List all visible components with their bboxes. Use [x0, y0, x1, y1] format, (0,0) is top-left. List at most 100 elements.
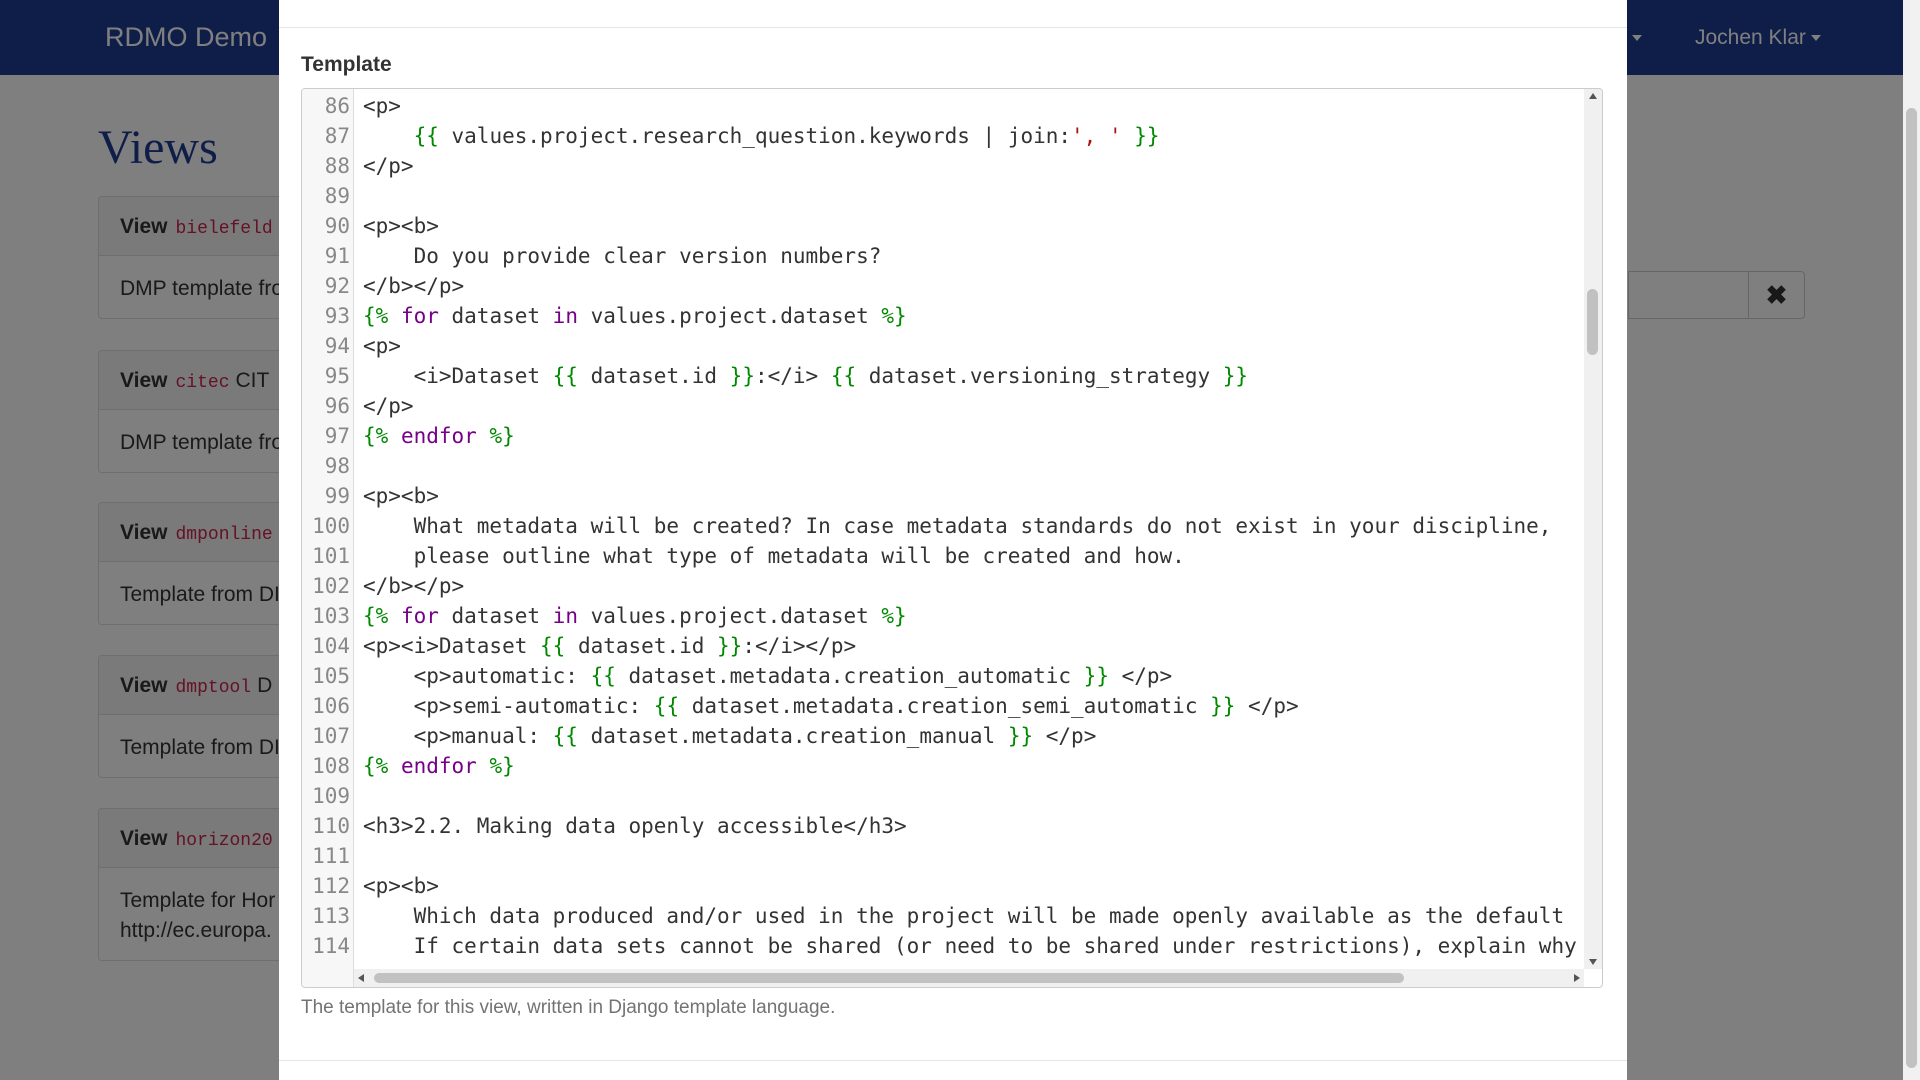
code-text: </p> — [363, 391, 414, 421]
code-token: If certain data sets cannot be shared (o… — [363, 934, 1577, 958]
code-text: If certain data sets cannot be shared (o… — [363, 931, 1577, 961]
code-token: <p><b> — [363, 874, 439, 898]
modal-header-divider — [279, 27, 1627, 28]
code-text: Do you provide clear version numbers? — [363, 241, 882, 271]
code-text: {% for dataset in values.project.dataset… — [363, 301, 907, 331]
code-token: endfor — [388, 424, 477, 448]
scroll-up-arrow-icon[interactable] — [1589, 93, 1597, 99]
code-token: <p>semi-automatic: — [363, 694, 654, 718]
code-token: </p> — [363, 394, 414, 418]
code-line[interactable]: 88 </p> — [302, 151, 1584, 181]
code-text: </b></p> — [363, 271, 464, 301]
code-line[interactable]: 106 <p>semi-automatic: {{ dataset.metada… — [302, 691, 1584, 721]
template-code-editor[interactable]: 86 <p> 87 {{ values.project.research_quest… — [301, 88, 1603, 988]
code-line[interactable]: 89 — [302, 181, 1584, 211]
code-line[interactable]: 86 <p> — [302, 91, 1584, 121]
line-number: 113 — [312, 904, 350, 928]
code-token: <p> — [363, 334, 401, 358]
code-token: </b></p> — [363, 574, 465, 598]
scroll-left-arrow-icon[interactable] — [358, 974, 364, 982]
code-token: {{ — [830, 364, 857, 388]
code-line[interactable]: 110 <h3>2.2. Making data openly accessibl… — [302, 811, 1584, 841]
code-line[interactable]: 104 <p><i>Dataset {{ dataset.id }}:</i></… — [302, 631, 1584, 661]
code-text: please outline what type of metadata wil… — [363, 541, 1185, 571]
line-number: 108 — [312, 754, 350, 778]
modal-footer-divider — [279, 1060, 1627, 1061]
code-token: </p> — [1235, 694, 1299, 718]
line-number: 107 — [312, 724, 350, 748]
code-line[interactable]: 93 {% for dataset in values.project.datas… — [302, 301, 1584, 331]
code-token: values.project.research_question.keyword… — [438, 124, 1072, 148]
code-line[interactable]: 114 If certain data sets cannot be share… — [302, 931, 1584, 961]
code-text: <h3>2.2. Making data openly accessible</… — [363, 811, 907, 841]
code-text: {% endfor %} — [363, 751, 515, 781]
scroll-right-arrow-icon[interactable] — [1574, 974, 1580, 982]
code-line[interactable]: 105 <p>automatic: {{ dataset.metadata.cr… — [302, 661, 1584, 691]
code-token: }} — [1121, 124, 1160, 148]
code-token: <p>manual: — [363, 724, 553, 748]
line-number: 103 — [312, 604, 350, 628]
code-token: in — [552, 604, 578, 628]
code-token: {% — [363, 754, 389, 778]
code-text: {{ values.project.research_question.keyw… — [363, 121, 1160, 151]
code-text: <p>manual: {{ dataset.metadata.creation_… — [363, 721, 1097, 751]
code-area[interactable]: 86 <p> 87 {{ values.project.research_quest… — [302, 91, 1584, 965]
line-number: 112 — [312, 874, 350, 898]
code-line[interactable]: 97 {% endfor %} — [302, 421, 1584, 451]
code-line[interactable]: 92 </b></p> — [302, 271, 1584, 301]
code-line[interactable]: 94 <p> — [302, 331, 1584, 361]
code-line[interactable]: 108 {% endfor %} — [302, 751, 1584, 781]
line-number: 93 — [324, 304, 350, 328]
line-number: 109 — [312, 784, 350, 808]
code-token: please outline what type of metadata wil… — [363, 544, 1185, 568]
code-token: <h3>2.2. Making data openly accessible</… — [363, 814, 907, 838]
code-token: }} — [1083, 664, 1109, 688]
code-token: <p><i>Dataset — [363, 634, 541, 658]
editor-vertical-scroll-thumb[interactable] — [1587, 289, 1598, 355]
code-token: for — [388, 304, 439, 328]
code-token: %} — [476, 424, 515, 448]
code-line[interactable]: 91 Do you provide clear version numbers? — [302, 241, 1584, 271]
code-text: {% endfor %} — [363, 421, 515, 451]
code-token: {{ — [540, 634, 566, 658]
code-token: dataset — [438, 604, 553, 628]
page-scrollbar-thumb[interactable] — [1906, 108, 1917, 1068]
editor-horizontal-scrollbar[interactable] — [354, 969, 1584, 987]
line-number: 86 — [324, 94, 350, 118]
editor-horizontal-scroll-thumb[interactable] — [374, 973, 1404, 983]
line-number: 106 — [312, 694, 350, 718]
code-line[interactable]: 99 <p><b> — [302, 481, 1584, 511]
editor-vertical-scrollbar[interactable] — [1584, 89, 1602, 969]
code-line[interactable]: 103 {% for dataset in values.project.data… — [302, 601, 1584, 631]
code-line[interactable]: 90 <p><b> — [302, 211, 1584, 241]
code-line[interactable]: 102 </b></p> — [302, 571, 1584, 601]
code-token: {% — [363, 424, 389, 448]
line-number: 97 — [324, 424, 350, 448]
line-number: 104 — [312, 634, 350, 658]
code-token: {{ — [413, 124, 439, 148]
code-text: </p> — [363, 151, 414, 181]
code-token: What metadata will be created? In case m… — [363, 514, 1552, 538]
code-line[interactable]: 113 Which data produced and/or used in t… — [302, 901, 1584, 931]
code-text: Which data produced and/or used in the p… — [363, 901, 1565, 931]
code-line[interactable]: 115 clearly separating legal and contrac… — [302, 961, 1584, 965]
code-token: }} — [1222, 364, 1249, 388]
code-line[interactable]: 107 <p>manual: {{ dataset.metadata.creat… — [302, 721, 1584, 751]
code-line[interactable]: 98 — [302, 451, 1584, 481]
code-line[interactable]: 95 <i>Dataset {{ dataset.id }}:</i> {{ d… — [302, 361, 1584, 391]
code-line[interactable]: 96 </p> — [302, 391, 1584, 421]
code-line[interactable]: 100 What metadata will be created? In ca… — [302, 511, 1584, 541]
code-line[interactable]: 112 <p><b> — [302, 871, 1584, 901]
scroll-down-arrow-icon[interactable] — [1589, 959, 1597, 965]
code-line[interactable]: 111 — [302, 841, 1584, 871]
code-line[interactable]: 87 {{ values.project.research_question.k… — [302, 121, 1584, 151]
code-token: dataset.metadata.creation_automatic — [615, 664, 1084, 688]
code-token: dataset.id — [577, 364, 730, 388]
code-line[interactable]: 101 please outline what type of metadata… — [302, 541, 1584, 571]
line-number: 115 — [302, 961, 350, 965]
code-token: clearly separating legal and contractual… — [363, 964, 1388, 965]
code-line[interactable]: 109 — [302, 781, 1584, 811]
code-token: endfor — [388, 754, 477, 778]
code-token: dataset.versioning_strategy — [856, 364, 1223, 388]
code-token: <i>Dataset — [363, 364, 553, 388]
